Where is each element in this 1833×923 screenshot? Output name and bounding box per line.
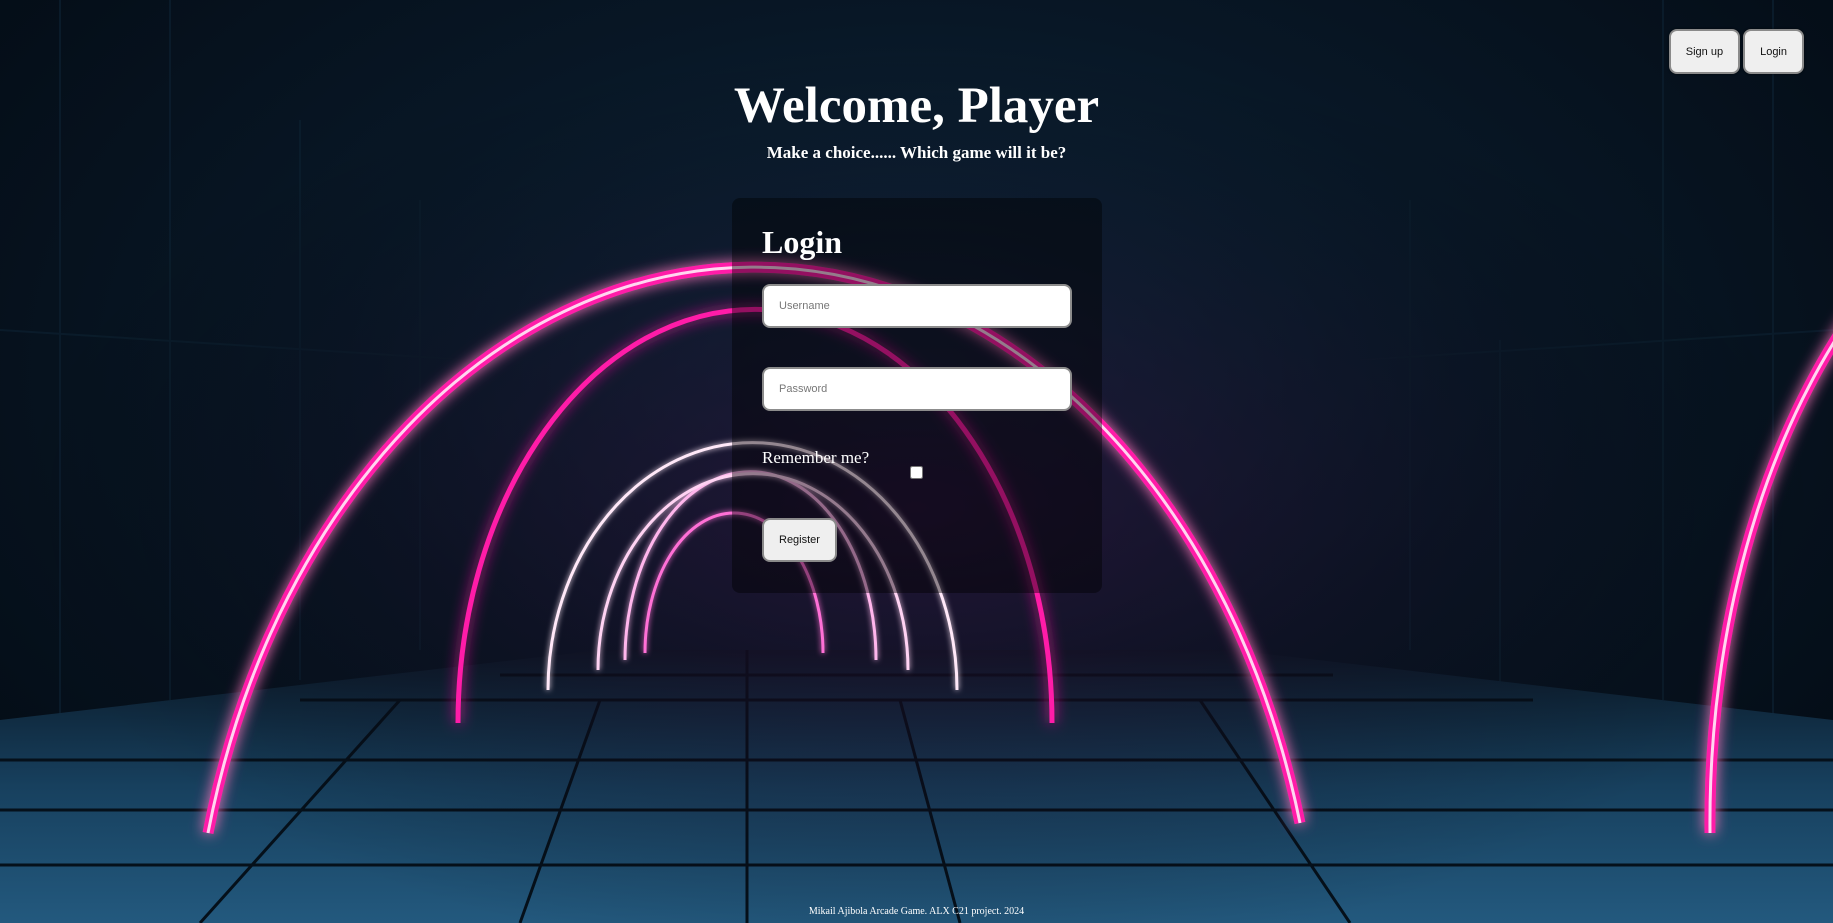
page-subtitle: Make a choice...... Which game will it b… <box>766 143 1067 162</box>
top-navigation: Sign up Login <box>1668 29 1804 74</box>
signup-button[interactable]: Sign up <box>1668 29 1741 74</box>
footer-credit: Mikail Ajibola Arcade Game. ALX C21 proj… <box>808 906 1025 917</box>
remember-me-checkbox[interactable] <box>910 466 923 479</box>
username-input[interactable] <box>762 284 1072 328</box>
password-input[interactable] <box>762 367 1072 411</box>
login-button[interactable]: Login <box>1743 29 1804 74</box>
remember-me-label: Remember me? <box>762 448 870 467</box>
page-title: Welcome, Player <box>733 78 1100 134</box>
login-heading: Login <box>762 224 843 260</box>
login-form: Login Remember me? Register <box>732 198 1102 593</box>
register-button[interactable]: Register <box>762 518 837 562</box>
